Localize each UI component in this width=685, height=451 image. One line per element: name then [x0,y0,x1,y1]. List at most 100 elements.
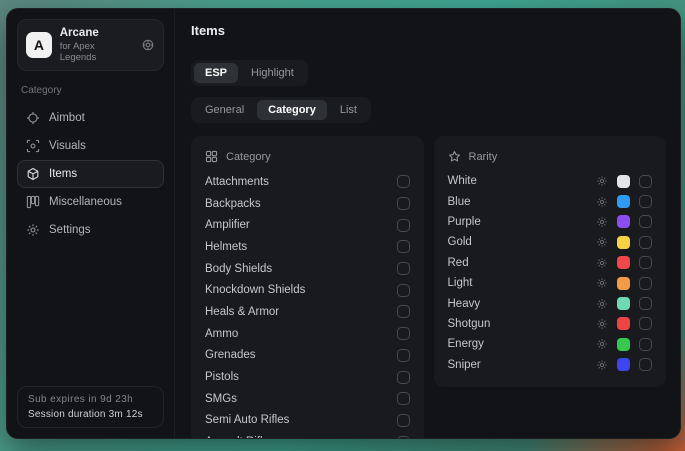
rarity-row: Energy [448,334,653,354]
checkbox[interactable] [397,219,410,232]
rarity-row: White [448,171,653,191]
checkbox[interactable] [397,392,410,405]
rarity-row: Blue [448,191,653,211]
checkbox[interactable] [639,236,652,249]
color-swatch[interactable] [617,195,630,208]
target-icon[interactable] [141,38,155,52]
checkbox[interactable] [397,349,410,362]
star-icon [448,150,461,163]
color-swatch[interactable] [617,277,630,290]
checkbox[interactable] [397,197,410,210]
sidebar-item-aimbot[interactable]: Aimbot [17,104,164,132]
sidebar-item-label: Aimbot [49,112,85,124]
brand-text: Arcane for Apex Legends [60,27,133,63]
grid-icon [205,150,218,163]
category-row: Heals & Armor [205,301,410,323]
gear-icon[interactable] [596,175,608,187]
sidebar-item-miscellaneous[interactable]: Miscellaneous [17,188,164,216]
gear-icon[interactable] [596,196,608,208]
rarity-list: White Blue Purple Gold [448,171,653,375]
sidebar-item-settings[interactable]: Settings [17,216,164,244]
rarity-row: Purple [448,212,653,232]
color-swatch[interactable] [617,256,630,269]
gear-icon[interactable] [596,216,608,228]
checkbox[interactable] [639,338,652,351]
checkbox[interactable] [397,262,410,275]
gear-icon[interactable] [596,236,608,248]
sidebar: A Arcane for Apex Legends Category Aimbo… [7,9,175,438]
checkbox[interactable] [639,256,652,269]
checkbox[interactable] [639,195,652,208]
gear-icon[interactable] [596,318,608,330]
color-swatch[interactable] [617,215,630,228]
color-swatch[interactable] [617,358,630,371]
rarity-row-label: Red [448,257,588,269]
checkbox[interactable] [639,317,652,330]
color-swatch[interactable] [617,297,630,310]
rarity-row-label: Heavy [448,298,588,310]
checkbox[interactable] [397,284,410,297]
checkbox[interactable] [397,305,410,318]
category-row: Pistols [205,366,410,388]
color-swatch[interactable] [617,338,630,351]
tab-esp[interactable]: ESP [194,63,238,83]
view-tabs: GeneralCategoryList [191,97,371,123]
tab-category[interactable]: Category [257,100,327,120]
tab-highlight[interactable]: Highlight [240,63,305,83]
category-row: Semi Auto Rifles [205,410,410,432]
mode-tabs: ESPHighlight [191,60,308,86]
rarity-row-label: Energy [448,338,588,350]
checkbox[interactable] [639,277,652,290]
checkbox[interactable] [397,371,410,384]
sidebar-item-label: Items [49,168,77,180]
cube-icon [26,167,40,181]
checkbox[interactable] [639,175,652,188]
gear-icon[interactable] [596,359,608,371]
checkbox[interactable] [397,175,410,188]
category-row-label: SMGs [205,393,237,405]
gear-icon[interactable] [596,298,608,310]
eye-scan-icon [26,139,40,153]
sidebar-item-label: Visuals [49,140,86,152]
color-swatch[interactable] [617,317,630,330]
main-content: Items ESPHighlight GeneralCategoryList C… [175,9,680,438]
session-duration-text: Session duration 3m 12s [28,409,153,420]
rarity-panel-title: Rarity [469,151,498,163]
category-row: Attachments [205,171,410,193]
rarity-row: Shotgun [448,314,653,334]
tab-general[interactable]: General [194,100,255,120]
tab-list[interactable]: List [329,100,368,120]
rarity-panel-header: Rarity [448,144,653,171]
rarity-row: Sniper [448,355,653,375]
gear-icon[interactable] [596,277,608,289]
sidebar-item-label: Miscellaneous [49,196,122,208]
gear-icon[interactable] [596,257,608,269]
desktop: { "app": { "logo_letter": "A", "name": "… [0,0,685,451]
checkbox[interactable] [397,414,410,427]
sidebar-item-items[interactable]: Items [17,160,164,188]
category-row: Grenades [205,345,410,367]
rarity-row-label: Sniper [448,359,588,371]
category-panel-title: Category [226,151,271,163]
checkbox[interactable] [397,240,410,253]
checkbox[interactable] [397,327,410,340]
checkbox[interactable] [397,436,410,439]
category-row-label: Amplifier [205,219,250,231]
category-row-label: Backpacks [205,198,261,210]
rarity-row-label: Blue [448,196,588,208]
gear-icon[interactable] [596,338,608,350]
rarity-row-label: Purple [448,216,588,228]
checkbox[interactable] [639,215,652,228]
checkbox[interactable] [639,297,652,310]
category-panel: Category Attachments Backpacks Amplifier… [191,136,424,439]
category-row-label: Semi Auto Rifles [205,414,289,426]
app-name: Arcane [60,27,133,39]
category-row-label: Grenades [205,349,256,361]
color-swatch[interactable] [617,236,630,249]
app-subtitle: for Apex Legends [60,41,133,63]
checkbox[interactable] [639,358,652,371]
sidebar-item-visuals[interactable]: Visuals [17,132,164,160]
color-swatch[interactable] [617,175,630,188]
category-row-label: Pistols [205,371,239,383]
app-window: A Arcane for Apex Legends Category Aimbo… [6,8,681,439]
